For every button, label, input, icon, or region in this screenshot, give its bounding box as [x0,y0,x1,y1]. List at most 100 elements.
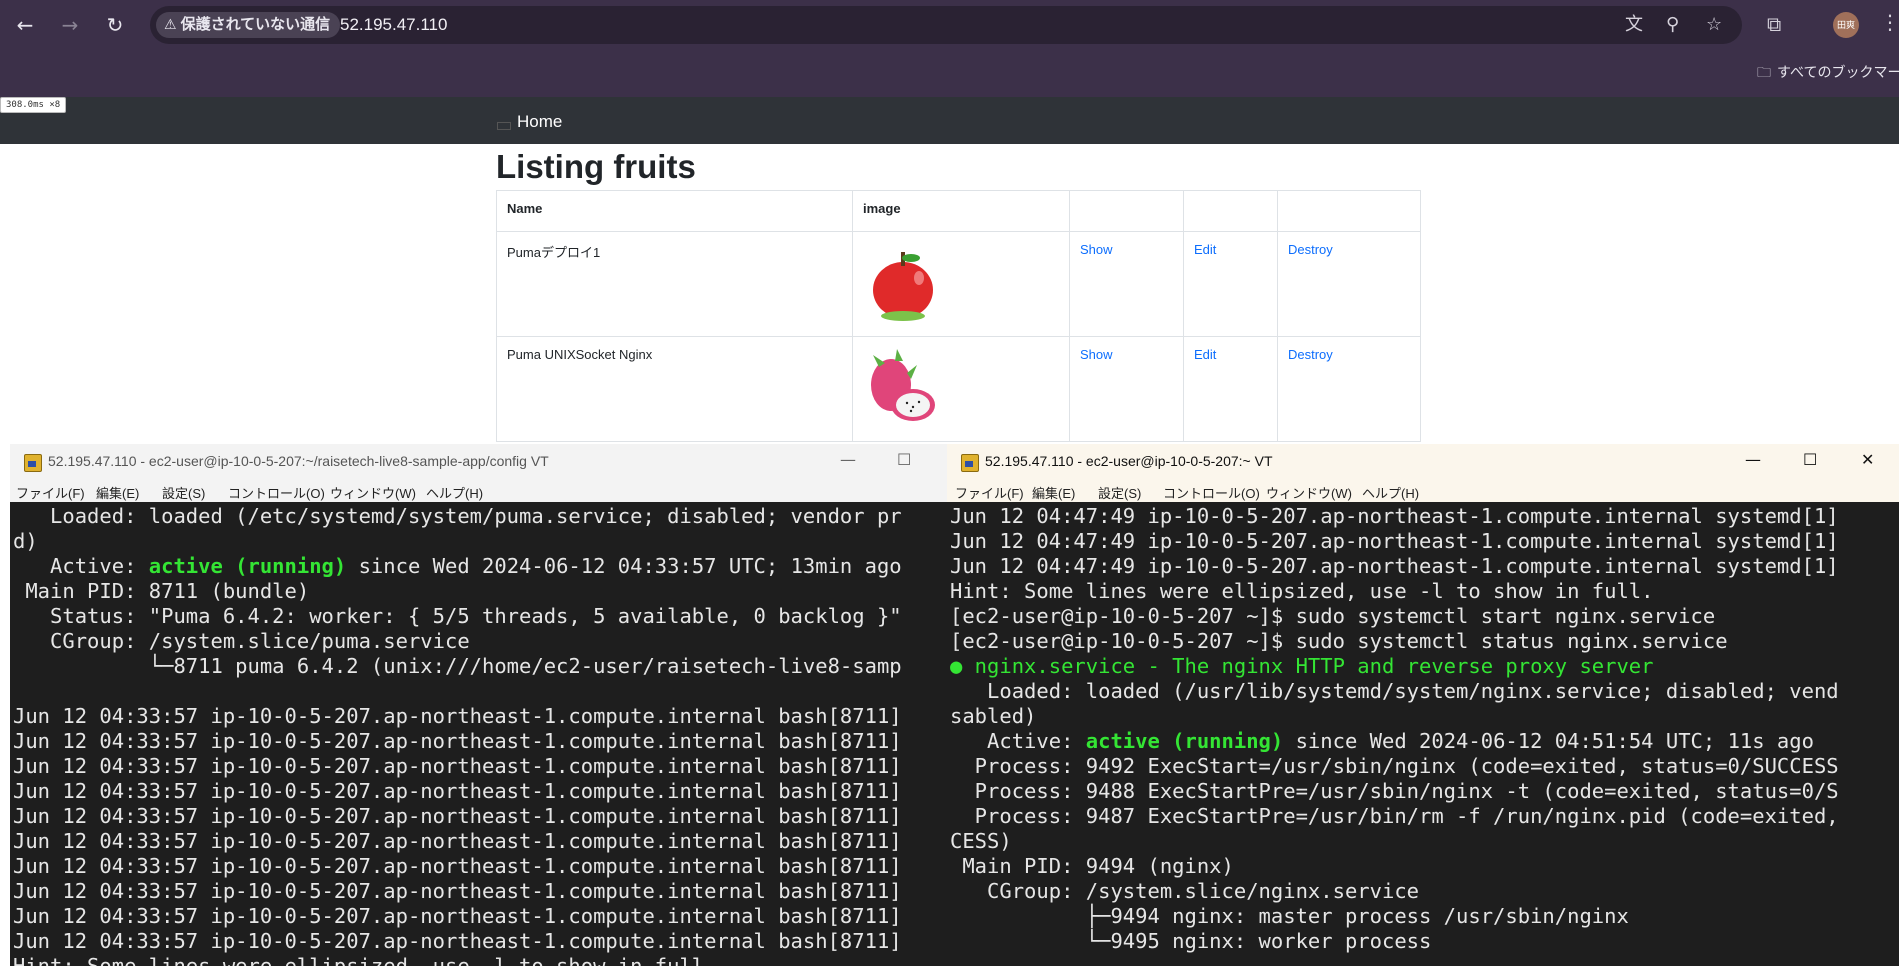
terminal-line: Jun 12 04:33:57 ip-10-0-5-207.ap-northea… [13,854,902,878]
table-row: Puma UNIXSocket Nginx Show Edit Destroy [496,336,1421,442]
reload-icon[interactable]: ↻ [102,12,128,38]
dragon-fruit-image [871,349,935,421]
menu-help[interactable]: ヘルプ(H) [426,483,483,502]
fruits-table: Name image Pumaデプロイ1 Show Edit Destroy P… [496,190,1421,442]
site-navbar [0,97,1899,144]
menu-settings[interactable]: 設定(S) [1098,483,1141,502]
back-icon[interactable]: ← [12,12,38,38]
terminal-line: Jun 12 04:47:49 ip-10-0-5-207.ap-northea… [950,504,1839,528]
destroy-link[interactable]: Destroy [1288,347,1333,362]
active-status: active (running) [148,554,347,578]
folder-icon: 🗀 [1757,65,1771,81]
terminal-line: Jun 12 04:33:57 ip-10-0-5-207.ap-northea… [13,904,902,928]
address-bar[interactable]: ⚠ 保護されていない通信 52.195.47.110 文 ⚲ ☆ [150,6,1742,44]
menu-edit[interactable]: 編集(E) [96,483,139,502]
menu-window[interactable]: ウィンドウ(W) [330,483,416,502]
avatar[interactable]: 田爽 [1833,12,1859,38]
terminal-line: └─9495 nginx: worker process [950,929,1432,953]
show-cell: Show [1069,336,1184,442]
terminal-line: Jun 12 04:33:57 ip-10-0-5-207.ap-northea… [13,804,902,828]
bookmarks-bar: 🗀 すべてのブックマーク [0,50,1899,97]
terminal-line: Jun 12 04:47:49 ip-10-0-5-207.ap-northea… [950,554,1839,578]
extensions-icon[interactable]: ⧉ [1767,12,1781,36]
terminal-screen[interactable]: Loaded: loaded (/etc/systemd/system/puma… [10,504,948,966]
close-icon[interactable]: ✕ [1861,450,1874,469]
fruit-name: Puma UNIXSocket Nginx [496,336,853,442]
menu-file[interactable]: ファイル(F) [955,483,1024,502]
column-header-name: Name [496,190,853,232]
edit-link[interactable]: Edit [1194,347,1216,362]
edit-cell: Edit [1183,336,1278,442]
terminal-line: └─8711 puma 6.4.2 (unix:///home/ec2-user… [13,654,902,678]
active-status: active (running) [1085,729,1284,753]
nav-home-link[interactable]: Home [517,112,562,132]
column-header-image: image [852,190,1070,232]
terminal-line: Jun 12 04:33:57 ip-10-0-5-207.ap-northea… [13,704,902,728]
terminal-titlebar[interactable]: 52.195.47.110 - ec2-user@ip-10-0-5-207:~… [10,444,948,480]
warning-icon: ⚠ [164,17,177,33]
terminal-line-active: Active: active (running) since Wed 2024-… [13,554,902,579]
terminal-line: ├─9494 nginx: master process /usr/sbin/n… [950,904,1629,928]
maximize-icon[interactable]: ☐ [1803,450,1817,469]
table-header-row: Name image [496,190,1421,232]
terminal-line-service: ● nginx.service - The nginx HTTP and rev… [950,654,1654,678]
terminal-line: [ec2-user@ip-10-0-5-207 ~]$ sudo systemc… [950,629,1728,653]
column-header-edit [1183,190,1278,232]
table-row: Pumaデプロイ1 Show Edit Destroy [496,231,1421,337]
menu-control[interactable]: コントロール(O) [1163,483,1260,502]
browser-toolbar: ← → ↻ ⚠ 保護されていない通信 52.195.47.110 文 ⚲ ☆ ⧉ … [0,0,1899,50]
menu-file[interactable]: ファイル(F) [16,483,85,502]
bookmark-star-icon[interactable]: ☆ [1706,15,1722,35]
terminal-window-right[interactable]: 52.195.47.110 - ec2-user@ip-10-0-5-207:~… [947,444,1899,966]
menu-window[interactable]: ウィンドウ(W) [1266,483,1352,502]
zoom-icon[interactable]: ⚲ [1666,15,1679,35]
terminal-titlebar[interactable]: 52.195.47.110 - ec2-user@ip-10-0-5-207:~… [947,444,1899,480]
terminal-line: [ec2-user@ip-10-0-5-207 ~]$ sudo systemc… [950,604,1716,628]
terminal-title: 52.195.47.110 - ec2-user@ip-10-0-5-207:~… [48,453,549,469]
column-header-destroy [1277,190,1421,232]
timing-badge[interactable]: 308.0ms ×8 [0,97,67,113]
terminal-line: CGroup: /system.slice/nginx.service [950,879,1419,903]
fruit-image-cell [852,336,1070,442]
browser-chrome: ← → ↻ ⚠ 保護されていない通信 52.195.47.110 文 ⚲ ☆ ⧉ … [0,0,1899,97]
menu-settings[interactable]: 設定(S) [162,483,205,502]
terminal-line: Jun 12 04:33:57 ip-10-0-5-207.ap-northea… [13,929,902,953]
terminal-line: d) [13,529,38,553]
teraterm-icon [961,454,979,472]
terminal-line: Status: "Puma 6.4.2: worker: { 5/5 threa… [13,604,902,628]
forward-icon[interactable]: → [57,12,83,38]
terminal-line: Main PID: 9494 (nginx) [950,854,1234,878]
show-link[interactable]: Show [1080,347,1113,362]
url-text[interactable]: 52.195.47.110 [340,14,447,36]
edit-link[interactable]: Edit [1194,242,1216,257]
terminal-line: Main PID: 8711 (bundle) [13,579,310,603]
terminal-line: Jun 12 04:33:57 ip-10-0-5-207.ap-northea… [13,779,902,803]
menu-edit[interactable]: 編集(E) [1032,483,1075,502]
terminal-line: Hint: Some lines were ellipsized, use -l… [13,954,717,966]
security-label: 保護されていない通信 [180,16,331,33]
terminal-window-left[interactable]: 52.195.47.110 - ec2-user@ip-10-0-5-207:~… [10,444,948,966]
fruit-image-cell [852,231,1070,337]
terminal-line: Jun 12 04:33:57 ip-10-0-5-207.ap-northea… [13,829,902,853]
all-bookmarks-button[interactable]: 🗀 すべてのブックマーク [1757,62,1899,86]
destroy-cell: Destroy [1277,336,1421,442]
menu-help[interactable]: ヘルプ(H) [1362,483,1419,502]
minimize-icon[interactable]: — [840,450,856,469]
translate-icon[interactable]: 文 [1625,15,1643,35]
navbar-toggle-icon[interactable] [497,122,511,130]
minimize-icon[interactable]: — [1745,450,1761,469]
edit-cell: Edit [1183,231,1278,337]
terminal-title: 52.195.47.110 - ec2-user@ip-10-0-5-207:~… [985,453,1273,469]
menu-control[interactable]: コントロール(O) [228,483,325,502]
terminal-line: Jun 12 04:33:57 ip-10-0-5-207.ap-northea… [13,879,902,903]
terminal-line: Jun 12 04:47:49 ip-10-0-5-207.ap-northea… [950,529,1839,553]
terminal-screen[interactable]: Jun 12 04:47:49 ip-10-0-5-207.ap-northea… [947,504,1899,966]
teraterm-icon [24,454,42,472]
security-chip[interactable]: ⚠ 保護されていない通信 [156,12,341,38]
menu-icon[interactable]: ⋮ [1880,10,1899,34]
terminal-line: sabled) [950,704,1037,728]
maximize-icon[interactable]: ☐ [897,450,911,469]
terminal-line: Jun 12 04:33:57 ip-10-0-5-207.ap-northea… [13,729,902,753]
show-link[interactable]: Show [1080,242,1113,257]
destroy-link[interactable]: Destroy [1288,242,1333,257]
